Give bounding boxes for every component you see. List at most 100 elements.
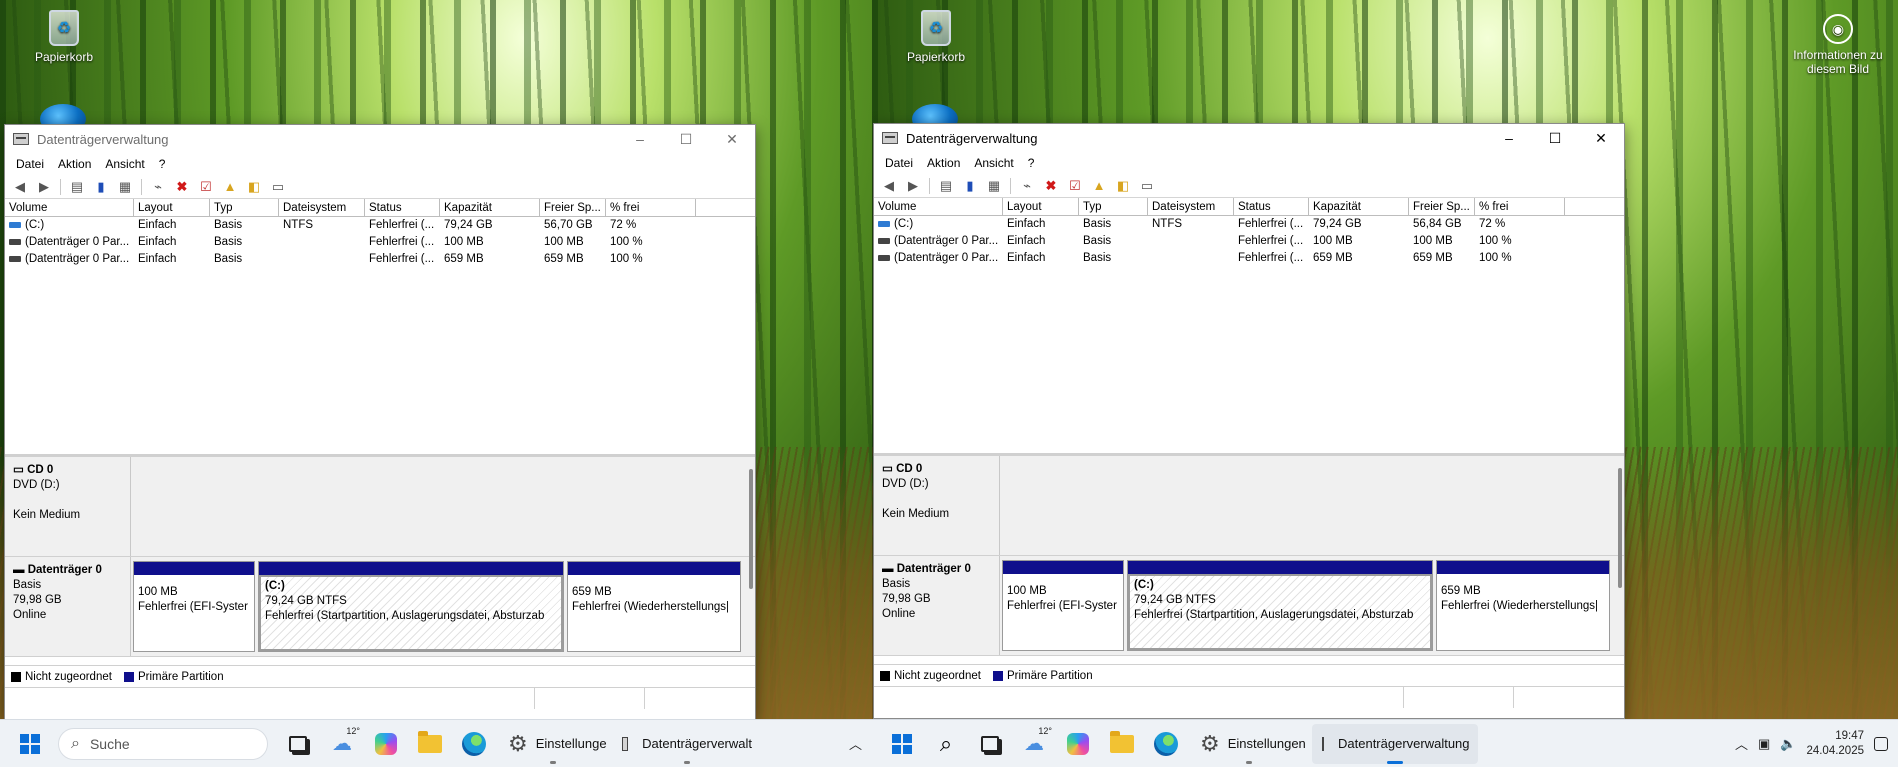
title-bar[interactable]: Datenträgerverwaltung – ☐ ✕ [874,124,1624,152]
col-kapazitaet[interactable]: Kapazität [440,199,540,216]
col-typ[interactable]: Typ [210,199,279,216]
col-volume[interactable]: Volume [5,199,134,216]
maximize-button[interactable]: ☐ [1532,124,1578,152]
notification-icon[interactable] [1874,736,1888,751]
disk0-label[interactable]: ▬ Datenträger 0 Basis 79,98 GB Online [5,557,131,656]
menu-help[interactable]: ? [1021,152,1042,174]
cd-row[interactable]: ▭ CD 0 DVD (D:) Kein Medium [874,456,1624,556]
recycle-bin-shortcut[interactable]: ♻ Papierkorb [886,10,986,64]
taskbar-app-settings[interactable]: ⚙ Einstellunge [498,724,608,764]
menu-ansicht[interactable]: Ansicht [98,153,151,175]
col-freier-speicher[interactable]: Freier Sp... [540,199,606,216]
col-dateisystem[interactable]: Dateisystem [1148,198,1234,215]
table-row[interactable]: (C:) Einfach Basis NTFS Fehlerfrei (... … [874,216,1624,233]
copilot-button[interactable] [1058,724,1098,764]
connect-drive-icon[interactable]: ⌁ [147,177,169,197]
menu-ansicht[interactable]: Ansicht [967,152,1020,174]
close-button[interactable]: ✕ [709,125,755,153]
col-dateisystem[interactable]: Dateisystem [279,199,365,216]
col-prozent-frei[interactable]: % frei [1475,198,1565,215]
help-book-icon[interactable]: ▮ [959,176,981,196]
col-layout[interactable]: Layout [134,199,210,216]
table-row[interactable]: (Datenträger 0 Par... Einfach Basis Fehl… [5,234,755,251]
partition-c[interactable]: (C:) 79,24 GB NTFS Fehlerfrei (Startpart… [1127,560,1433,651]
menu-datei[interactable]: Datei [878,152,920,174]
check-icon[interactable]: ☑ [195,177,217,197]
forward-arrow-icon[interactable]: ▶ [902,176,924,196]
minimize-button[interactable]: – [617,125,663,153]
back-arrow-icon[interactable]: ◀ [878,176,900,196]
menu-help[interactable]: ? [152,153,173,175]
col-status[interactable]: Status [365,199,440,216]
taskbar-app-disk-management[interactable]: Datenträgerverwalt [612,724,762,764]
search-button[interactable]: ⌕ [926,724,966,764]
folder-up-icon[interactable]: ▲ [1088,176,1110,196]
menu-datei[interactable]: Datei [9,153,51,175]
partition-recovery[interactable]: 659 MB Fehlerfrei (Wiederherstellungs| [1436,560,1610,651]
col-layout[interactable]: Layout [1003,198,1079,215]
menu-aktion[interactable]: Aktion [920,152,967,174]
close-button[interactable]: ✕ [1578,124,1624,152]
widgets-button[interactable]: ☁ 12° [1014,724,1054,764]
forward-arrow-icon[interactable]: ▶ [33,177,55,197]
start-button[interactable] [882,724,922,764]
partition-c[interactable]: (C:) 79,24 GB NTFS Fehlerfrei (Startpart… [258,561,564,652]
cd-row[interactable]: ▭ CD 0 DVD (D:) Kein Medium [5,457,755,557]
table-row[interactable]: (Datenträger 0 Par... Einfach Basis Fehl… [874,233,1624,250]
table-row[interactable]: (Datenträger 0 Par... Einfach Basis Fehl… [5,251,755,268]
file-explorer-button[interactable] [410,724,450,764]
table-row[interactable]: (C:) Einfach Basis NTFS Fehlerfrei (... … [5,217,755,234]
help-book-icon[interactable]: ▮ [90,177,112,197]
partition-recovery[interactable]: 659 MB Fehlerfrei (Wiederherstellungs| [567,561,741,652]
col-typ[interactable]: Typ [1079,198,1148,215]
edge-button[interactable] [1146,724,1186,764]
taskbar-app-disk-management[interactable]: Datenträgerverwaltung [1312,723,1478,764]
delete-icon[interactable]: ✖ [1040,176,1062,196]
show-hide-tree-icon[interactable]: ▤ [66,177,88,197]
info-about-image-shortcut[interactable]: ◉ Informationen zu diesem Bild [1784,14,1892,76]
folder-search-icon[interactable]: ◧ [243,177,265,197]
col-prozent-frei[interactable]: % frei [606,199,696,216]
connect-drive-icon[interactable]: ⌁ [1016,176,1038,196]
back-arrow-icon[interactable]: ◀ [9,177,31,197]
col-status[interactable]: Status [1234,198,1309,215]
col-volume[interactable]: Volume [874,198,1003,215]
properties-icon[interactable]: ▦ [114,177,136,197]
show-hide-tree-icon[interactable]: ▤ [935,176,957,196]
recycle-bin-shortcut[interactable]: ♻ Papierkorb [14,10,114,64]
search-input[interactable]: ⌕ Suche [58,727,268,760]
title-bar[interactable]: Datenträgerverwaltung – ☐ ✕ [5,125,755,153]
folder-search-icon[interactable]: ◧ [1112,176,1134,196]
task-view-button[interactable] [278,724,318,764]
widgets-button[interactable]: ☁ 12° [322,724,362,764]
maximize-button[interactable]: ☐ [663,125,709,153]
volume-icon[interactable]: 🔈 [1780,736,1796,752]
col-kapazitaet[interactable]: Kapazität [1309,198,1409,215]
delete-icon[interactable]: ✖ [171,177,193,197]
menu-aktion[interactable]: Aktion [51,153,98,175]
vertical-scrollbar[interactable] [1618,468,1622,588]
view-details-icon[interactable]: ▭ [267,177,289,197]
partition-efi[interactable]: 100 MB Fehlerfrei (EFI-Syster [1002,560,1124,651]
task-view-button[interactable] [970,724,1010,764]
network-icon[interactable]: ▣ [1758,736,1770,752]
properties-icon[interactable]: ▦ [983,176,1005,196]
start-button[interactable] [10,724,50,764]
minimize-button[interactable]: – [1486,124,1532,152]
chevron-up-icon[interactable]: ︿ [849,734,862,753]
cd-drive-icon: ▭ [882,463,897,475]
file-explorer-button[interactable] [1102,724,1142,764]
chevron-up-icon[interactable]: ︿ [1735,734,1748,753]
view-details-icon[interactable]: ▭ [1136,176,1158,196]
edge-button[interactable] [454,724,494,764]
table-row[interactable]: (Datenträger 0 Par... Einfach Basis Fehl… [874,250,1624,267]
vertical-scrollbar[interactable] [749,469,753,589]
taskbar-app-settings[interactable]: ⚙ Einstellungen [1190,724,1308,764]
copilot-button[interactable] [366,724,406,764]
partition-efi[interactable]: 100 MB Fehlerfrei (EFI-Syster [133,561,255,652]
col-freier-speicher[interactable]: Freier Sp... [1409,198,1475,215]
disk0-label[interactable]: ▬ Datenträger 0 Basis 79,98 GB Online [874,556,1000,655]
check-icon[interactable]: ☑ [1064,176,1086,196]
folder-up-icon[interactable]: ▲ [219,177,241,197]
clock[interactable]: 19:47 24.04.2025 [1806,729,1864,759]
